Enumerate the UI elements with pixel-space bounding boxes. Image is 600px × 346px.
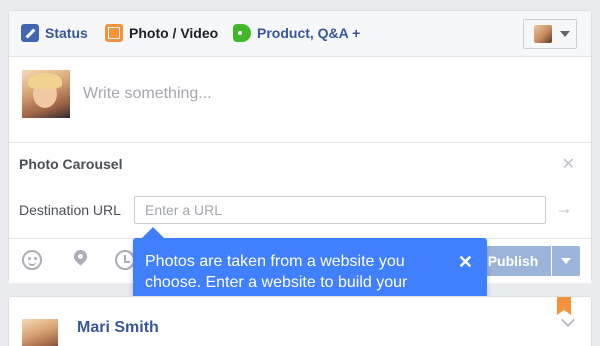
photo-icon [105,24,123,42]
write-something-input[interactable] [83,82,563,106]
location-pin-icon[interactable] [71,250,91,270]
avatar [22,70,70,118]
post-author-name[interactable]: Mari Smith [77,319,159,337]
page-avatar [534,25,552,43]
chevron-down-icon[interactable] [560,312,576,328]
post-meta: · · · [233,339,262,346]
write-row [9,57,591,143]
audience-selector[interactable] [523,19,577,49]
tab-photo-video-label: Photo / Video [129,25,219,41]
composer-tabs: Status Photo / Video Product, Q&A + [9,11,591,57]
post-avatar[interactable] [22,319,58,346]
destination-url-input[interactable] [134,196,546,224]
carousel-title: Photo Carousel [19,156,123,172]
tooltip-arrow [142,227,164,238]
tooltip-close-icon[interactable]: ✕ [458,252,473,273]
destination-url-label: Destination URL [19,202,121,218]
tab-product-qa-label: Product, Q&A + [257,25,361,41]
tag-icon [233,24,251,42]
tab-product-qa[interactable]: Product, Q&A + [233,22,360,44]
publish-options-button[interactable] [552,246,580,276]
smiley-icon[interactable] [22,250,42,270]
clock-icon[interactable] [115,250,135,270]
bookmark-ribbon-icon [557,297,571,315]
arrow-right-icon[interactable]: → [555,198,573,219]
tab-status[interactable]: Status [21,22,88,44]
pencil-icon [21,24,39,42]
feed-post: Mari Smith · · · [8,296,592,346]
close-icon[interactable]: ✕ [562,154,575,174]
tab-photo-video[interactable]: Photo / Video [105,22,218,44]
tab-status-label: Status [45,25,88,41]
caret-down-icon [560,31,570,37]
